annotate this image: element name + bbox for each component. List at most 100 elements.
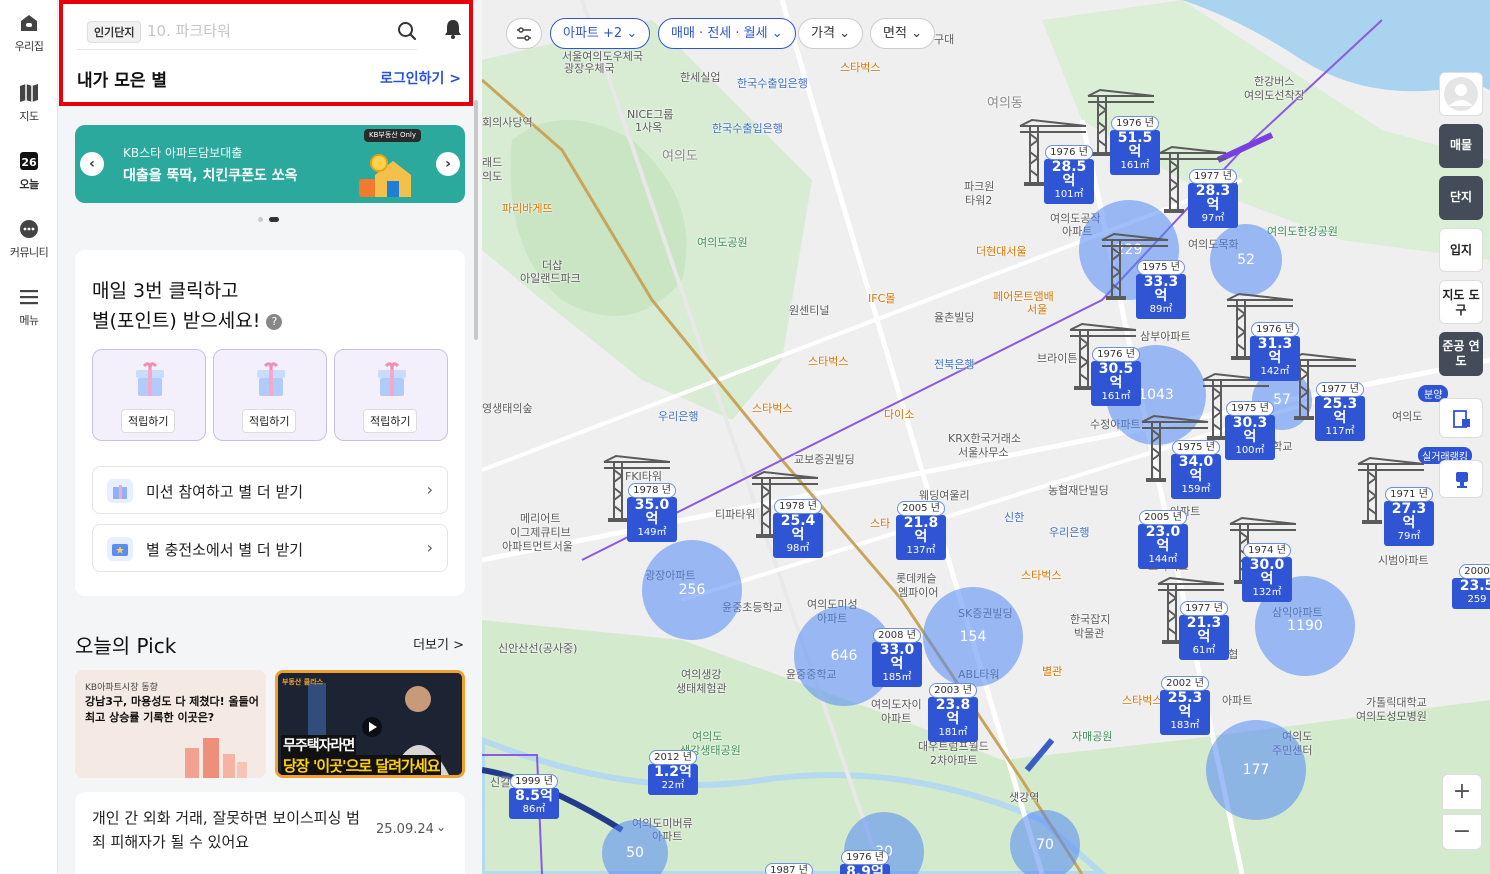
complex-price-pin[interactable]: 2005 년 21.8억 137㎡ <box>896 500 946 560</box>
listing-cluster[interactable]: 256 <box>642 540 742 640</box>
map-poi-label[interactable]: 신한 <box>1004 511 1024 524</box>
map-poi-label[interactable]: 스타 <box>870 517 890 530</box>
map-poi-label[interactable]: 아파트 <box>1222 694 1252 707</box>
map-poi-label[interactable]: 서울사무소 <box>958 446 1009 459</box>
map-poi-label[interactable]: 한강버스 <box>1254 75 1294 88</box>
filter-area[interactable]: 면적 ⌄ <box>870 18 935 49</box>
map-poi-label[interactable]: 우리은행 <box>1049 526 1089 539</box>
complex-price-pin[interactable]: 1974 년 30.0억 132㎡ <box>1242 542 1292 602</box>
map-poi-label[interactable]: 메리어트 <box>520 512 560 525</box>
banner-prev-button[interactable]: ‹ <box>80 152 104 176</box>
map-poi-label[interactable]: 다이소 <box>884 408 914 421</box>
complex-price-pin[interactable]: 1976 년 8.9억 <box>840 849 890 874</box>
map-poi-label[interactable]: 삼부아파트 <box>1140 330 1191 343</box>
map-poi-label[interactable]: 전북은행 <box>934 358 974 371</box>
location-button[interactable]: 입지 <box>1439 228 1483 272</box>
map-poi-label[interactable]: 한국잡지 <box>1070 613 1110 626</box>
map-poi-label[interactable]: 래드 <box>482 156 502 169</box>
banner-next-button[interactable]: › <box>436 152 460 176</box>
map-poi-label[interactable]: 가톨릭대학교 <box>1366 696 1427 709</box>
map-poi-label[interactable]: 스타벅스 <box>808 355 848 368</box>
complex-price-pin[interactable]: 1976 년 30.5억 161㎡ <box>1091 346 1141 406</box>
map-poi-label[interactable]: 회의사당역 <box>482 116 533 129</box>
listing-cluster[interactable]: 154 <box>923 587 1023 687</box>
listing-cluster[interactable]: 177 <box>1206 720 1306 820</box>
map-poi-label[interactable]: 파리바게뜨 <box>502 202 553 215</box>
map-poi-label[interactable]: 우리은행 <box>658 410 698 423</box>
complex-price-pin[interactable]: 1976 년 51.5억 161㎡ <box>1110 115 1160 175</box>
gift-card[interactable]: 적립하기 <box>334 349 448 441</box>
map-poi-label[interactable]: 스타벅스 <box>840 61 880 74</box>
map-poi-label[interactable]: 한세실업 <box>680 71 720 84</box>
profile-button[interactable] <box>1439 72 1483 116</box>
complex-price-pin[interactable]: 2000 23.5 259 <box>1452 563 1490 609</box>
map-poi-label[interactable]: 아파트먼트서울 <box>502 540 573 553</box>
news-item[interactable]: 개인 간 외화 거래, 잘못하면 보이스피싱 범죄 피해자가 될 수 있어요 2… <box>75 792 465 874</box>
mission-row-join[interactable]: 미션 참여하고 별 더 받기 › <box>92 466 448 514</box>
pick-more-link[interactable]: 더보기 > <box>413 634 464 653</box>
map-poi-label[interactable]: 스타벅스 <box>1021 569 1061 582</box>
filter-settings-button[interactable] <box>506 18 542 49</box>
listing-cluster[interactable]: 70 <box>1010 810 1080 874</box>
complex-price-pin[interactable]: 1987 년 <box>764 862 814 874</box>
map-poi-label[interactable]: 더샵 <box>542 259 562 272</box>
map-poi-label[interactable]: 별관 <box>1042 665 1062 678</box>
login-link[interactable]: 로그인하기 > <box>380 68 461 88</box>
complex-price-pin[interactable]: 1977 년 21.3억 61㎡ <box>1179 600 1229 660</box>
search-icon[interactable] <box>397 21 417 41</box>
map-poi-label[interactable]: 율촌빌딩 <box>934 311 974 324</box>
complex-price-pin[interactable]: 2012 년 1.2억 22㎡ <box>648 749 698 795</box>
map-poi-label[interactable]: 파크원 <box>964 180 994 193</box>
filter-deal-type[interactable]: 매매 · 전세 · 월세 ⌄ <box>658 18 796 49</box>
mission-row-charge[interactable]: 별 충전소에서 별 더 받기 › <box>92 524 448 572</box>
map-poi-label[interactable]: 스타벅스 <box>752 402 792 415</box>
map-poi-label[interactable]: 더현대서울 <box>976 245 1027 258</box>
map-poi-label[interactable]: 여의도 <box>662 150 698 163</box>
map-poi-label[interactable]: 여의생강 <box>681 668 721 681</box>
complex-price-pin[interactable]: 2002 년 25.3억 183㎡ <box>1160 675 1210 735</box>
rail-item-today[interactable]: 26 오늘 <box>0 150 58 192</box>
complex-price-pin[interactable]: 1978 년 25.4억 98㎡ <box>773 498 823 558</box>
map-poi-label[interactable]: 여의도 <box>1392 410 1422 423</box>
gift-card[interactable]: 적립하기 <box>92 349 206 441</box>
map-poi-label[interactable]: 스타벅스 <box>1122 694 1162 707</box>
earn-button[interactable]: 적립하기 <box>363 409 418 433</box>
map-poi-label[interactable]: KRX한국거래소 <box>948 432 1021 445</box>
listings-button[interactable]: 매물 <box>1439 124 1483 168</box>
rail-item-menu[interactable]: 메뉴 <box>0 286 58 328</box>
rail-item-map[interactable]: 지도 <box>0 82 58 124</box>
map-poi-label[interactable]: 신안산선(공사중) <box>498 642 577 655</box>
map-poi-label[interactable]: 광장우체국 <box>564 62 615 75</box>
complex-price-pin[interactable]: 1976 년 28.5억 101㎡ <box>1044 144 1094 204</box>
pick-card-market[interactable]: KB아파트시장 동향 강남3구, 마용성도 다 제쳤다! 올들어 최고 상승률 … <box>75 670 266 778</box>
map-poi-label[interactable]: 박물관 <box>1074 627 1104 640</box>
map-poi-label[interactable]: 여의도성모병원 <box>1356 710 1427 723</box>
map-poi-label[interactable]: 시범아파트 <box>1378 554 1429 567</box>
rail-item-home[interactable]: 우리집 <box>0 12 58 54</box>
map-poi-label[interactable]: IFC몰 <box>868 292 895 305</box>
complex-price-pin[interactable]: 1975 년 30.3억 100㎡ <box>1225 400 1275 460</box>
earn-button[interactable]: 적립하기 <box>121 409 176 433</box>
search-input[interactable] <box>147 19 377 43</box>
map-poi-label[interactable]: 서울 <box>1027 303 1047 316</box>
search-bar[interactable]: 인기단지 <box>77 12 417 50</box>
map-poi-label[interactable]: 롯데캐슬 <box>896 572 936 585</box>
filter-price[interactable]: 가격 ⌄ <box>798 18 863 49</box>
map-poi-label[interactable]: 신길 <box>490 776 510 789</box>
map-poi-label[interactable]: 1사옥 <box>635 121 662 134</box>
map-poi-label[interactable]: 아일랜드파크 <box>520 272 581 285</box>
map-tools-button[interactable]: 지도 도구 <box>1439 280 1483 324</box>
complex-price-pin[interactable]: 2003 년 23.8억 181㎡ <box>928 682 978 742</box>
complex-price-pin[interactable]: 1978 년 35.0억 149㎡ <box>627 482 677 542</box>
panel-scrollbar[interactable] <box>474 100 478 340</box>
map-poi-label[interactable]: 2차아파트 <box>930 754 977 767</box>
map-poi-label[interactable]: 여의도한강공원 <box>1267 225 1338 238</box>
map-poi-label[interactable]: 이그제큐티브 <box>510 526 571 539</box>
map-poi-label[interactable]: 한국수출입은행 <box>737 77 808 90</box>
ranking-button[interactable] <box>1439 460 1483 498</box>
map-poi-label[interactable]: 한국수출입은행 <box>712 122 783 135</box>
play-icon[interactable] <box>362 717 382 737</box>
complex-price-pin[interactable]: 1976 년 31.3억 142㎡ <box>1250 321 1300 381</box>
map-view[interactable]: 아파트 +2 ⌄ 매매 · 전세 · 월세 ⌄ 가격 ⌄ 면적 ⌄ 여의도 여의동… <box>482 0 1490 874</box>
map-poi-label[interactable]: 의도 <box>482 170 502 183</box>
